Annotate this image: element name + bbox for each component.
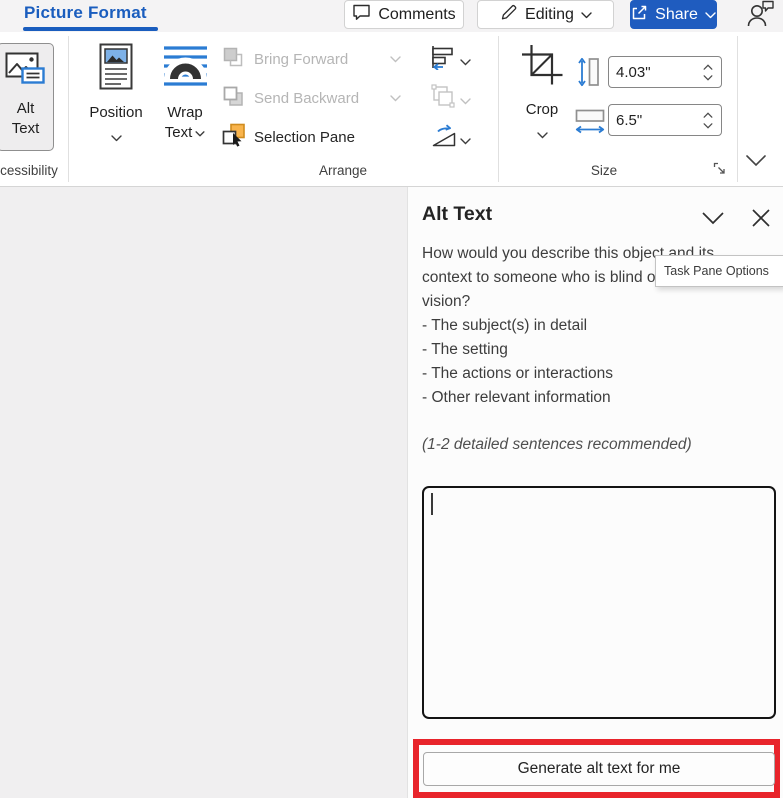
generate-alt-text-label: Generate alt text for me	[518, 760, 681, 778]
position-label: Position	[89, 103, 142, 123]
rotate-button[interactable]	[431, 124, 457, 153]
share-button[interactable]: Share	[630, 0, 717, 29]
alt-text-icon	[5, 52, 46, 92]
collapse-ribbon-button[interactable]	[745, 154, 767, 172]
rotate-icon	[431, 124, 457, 148]
share-icon	[631, 4, 648, 26]
chevron-down-icon	[701, 211, 725, 225]
active-tab-underline	[23, 27, 158, 31]
pane-options-button[interactable]	[698, 206, 728, 230]
accessibility-group-label: cessibility	[0, 163, 64, 178]
wrap-text-icon	[162, 43, 209, 96]
crop-icon	[520, 43, 565, 93]
spin-up-button[interactable]	[703, 64, 713, 70]
spin-down-button[interactable]	[703, 123, 713, 129]
editing-button[interactable]: Editing	[477, 0, 614, 29]
chevron-down-icon	[537, 125, 548, 145]
generate-alt-text-button[interactable]: Generate alt text for me	[423, 752, 775, 786]
group-separator	[68, 36, 69, 182]
rotate-dropdown-chevron[interactable]	[460, 132, 471, 150]
bring-forward-label: Bring Forward	[254, 51, 348, 68]
comments-button[interactable]: Comments	[344, 0, 464, 29]
alt-text-label-1: Alt	[17, 99, 35, 119]
size-group-label: Size	[568, 163, 640, 178]
bring-forward-icon	[222, 46, 244, 73]
position-button[interactable]: Position	[84, 43, 148, 151]
wrap-text-label-2: Text	[165, 123, 206, 143]
chevron-down-icon	[195, 124, 205, 141]
group-separator	[737, 36, 738, 182]
crop-label: Crop	[526, 100, 559, 120]
chevron-down-icon	[390, 89, 401, 107]
tooltip-task-pane-options: Task Pane Options	[655, 255, 783, 287]
group-button	[430, 83, 456, 114]
shape-height-icon	[577, 55, 601, 94]
dialog-launcher-icon	[712, 161, 727, 176]
shape-height-field[interactable]	[608, 56, 722, 88]
chevron-down-icon	[111, 128, 122, 148]
close-icon	[751, 208, 771, 228]
group-objects-icon	[430, 83, 456, 109]
shape-width-icon	[574, 108, 606, 141]
alt-text-label-2: Text	[12, 119, 40, 139]
wrap-text-button[interactable]: Wrap Text	[152, 43, 218, 151]
document-area[interactable]	[0, 187, 407, 798]
group-separator	[498, 36, 499, 182]
pane-close-button[interactable]	[747, 204, 775, 232]
send-backward-icon	[222, 85, 244, 112]
chevron-down-icon	[390, 50, 401, 68]
pencil-icon	[499, 3, 518, 27]
arrange-group-label: Arrange	[285, 163, 401, 178]
chevron-down-icon	[745, 154, 767, 167]
selection-pane-label: Selection Pane	[254, 129, 355, 146]
shape-width-field[interactable]	[608, 104, 722, 136]
spin-up-button[interactable]	[703, 112, 713, 118]
share-label: Share	[655, 6, 698, 24]
person-icon	[744, 0, 776, 33]
align-button[interactable]	[430, 44, 456, 75]
spin-down-button[interactable]	[703, 75, 713, 81]
wrap-text-label-1: Wrap	[167, 103, 203, 123]
shape-width-input[interactable]	[609, 112, 703, 129]
tooltip-text: Task Pane Options	[664, 264, 769, 278]
chevron-down-icon	[705, 6, 716, 24]
pane-hint: (1-2 detailed sentences recommended)	[422, 436, 692, 454]
tab-picture-format[interactable]: Picture Format	[24, 3, 147, 23]
comment-icon	[352, 3, 371, 26]
pane-title: Alt Text	[422, 203, 492, 226]
tab-bar: Picture Format Comments Editing Share	[0, 0, 783, 32]
shape-height-input[interactable]	[609, 64, 703, 81]
ribbon: Alt Text cessibility Position Wrap	[0, 32, 783, 187]
selection-pane-icon	[222, 123, 246, 152]
crop-button[interactable]: Crop	[506, 43, 578, 147]
chevron-down-icon	[581, 6, 592, 24]
comments-label: Comments	[378, 6, 455, 24]
alt-text-input[interactable]	[422, 486, 776, 719]
position-icon	[99, 43, 133, 96]
align-icon	[430, 44, 456, 70]
editing-label: Editing	[525, 6, 574, 24]
text-caret	[431, 493, 433, 515]
align-dropdown-chevron[interactable]	[460, 53, 471, 71]
size-dialog-launcher[interactable]	[712, 161, 727, 181]
alt-text-button[interactable]: Alt Text	[0, 43, 54, 151]
account-button[interactable]	[740, 0, 780, 31]
send-backward-label: Send Backward	[254, 90, 359, 107]
group-dropdown-chevron	[460, 92, 471, 110]
